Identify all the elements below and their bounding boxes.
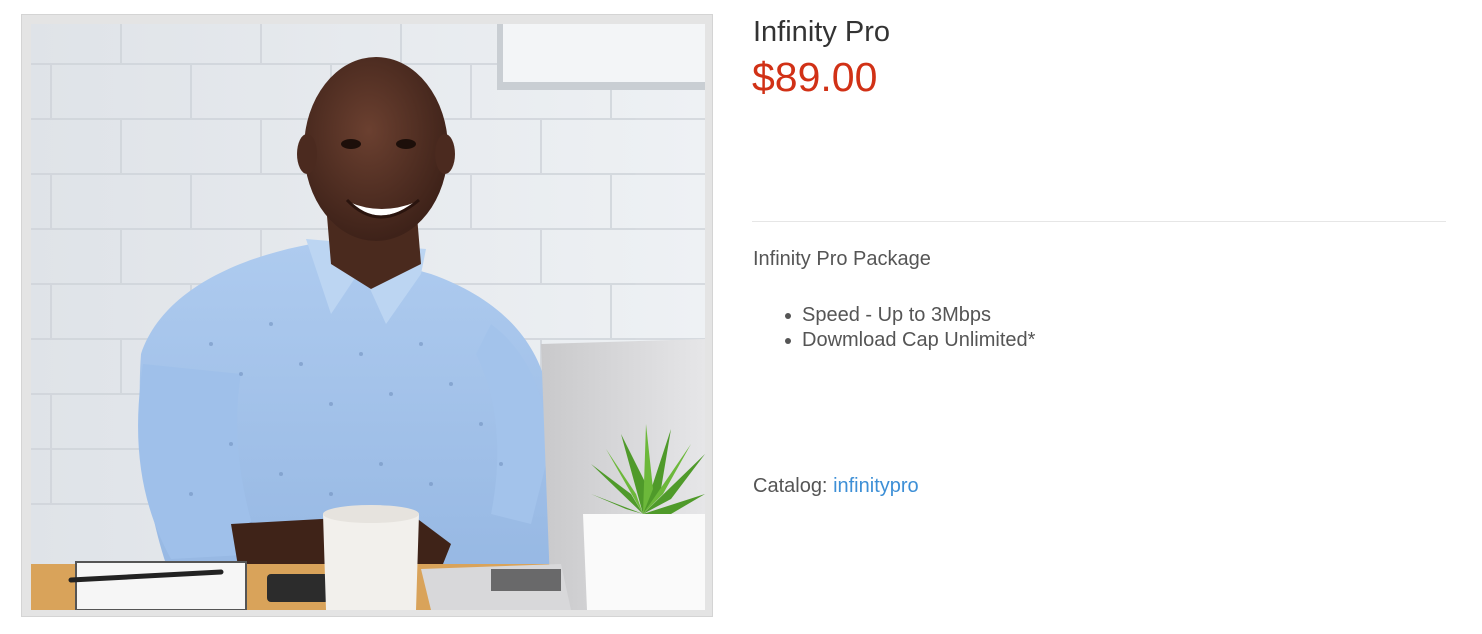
feature-item: Speed - Up to 3Mbps [785, 303, 1035, 328]
product-info: Infinity Pro $89.00 Infinity Pro Package… [752, 0, 1446, 634]
feature-list: Speed - Up to 3Mbps Dowmload Cap Unlimit… [785, 303, 1036, 353]
feature-text: Speed - Up to 3Mbps [802, 304, 991, 326]
divider [752, 221, 1446, 222]
catalog-line: Catalog: infinitypro [753, 473, 919, 499]
catalog-link[interactable]: infinitypro [833, 475, 919, 497]
feature-text: Dowmload Cap Unlimited* [802, 329, 1036, 351]
product-image-frame [21, 14, 713, 617]
catalog-label: Catalog: [753, 475, 828, 497]
product-price: $89.00 [752, 54, 878, 100]
product-image[interactable] [31, 24, 705, 610]
feature-item: Dowmload Cap Unlimited* [785, 328, 1036, 353]
product-title: Infinity Pro [753, 16, 890, 48]
package-title: Infinity Pro Package [753, 248, 931, 270]
product-photo-illustration [31, 24, 705, 610]
bullet-icon [785, 313, 791, 319]
bullet-icon [785, 338, 791, 344]
